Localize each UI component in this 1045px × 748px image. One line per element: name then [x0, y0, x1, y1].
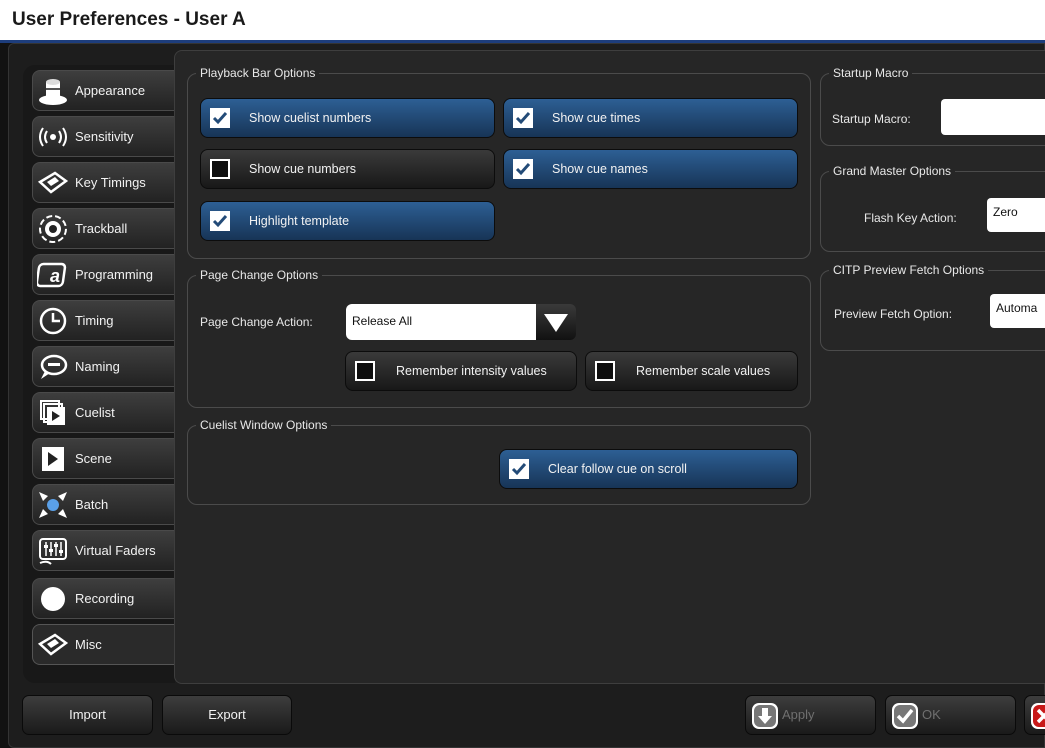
ok-label: OK: [922, 707, 941, 722]
sidebar-item-batch[interactable]: Batch: [32, 484, 174, 525]
group-title: Page Change Options: [200, 268, 319, 282]
group-title: Cuelist Window Options: [200, 418, 328, 432]
sidebar-item-label: Scene: [75, 451, 112, 466]
window-title: User Preferences - User A: [12, 9, 246, 30]
sidebar-item-label: Virtual Faders: [75, 543, 156, 558]
ok-button[interactable]: OK: [885, 695, 1016, 735]
highlight-template-checkbox[interactable]: Highlight template: [200, 201, 495, 241]
import-button[interactable]: Import: [22, 695, 153, 735]
chevron-down-icon: [544, 314, 568, 332]
sidebar-item-recording[interactable]: Recording: [32, 578, 174, 619]
checkbox-label: Highlight template: [249, 214, 350, 228]
scene-icon: [42, 447, 64, 471]
checkbox-box: [210, 211, 230, 231]
cuelist-icon: [40, 400, 65, 425]
checkbox-box: [595, 361, 615, 381]
sidebar-item-label: Appearance: [75, 83, 146, 98]
remember-scale-checkbox[interactable]: Remember scale values: [585, 351, 798, 391]
apply-label: Apply: [782, 707, 815, 722]
download-arrow-icon: [752, 703, 778, 729]
checkbox-box: [355, 361, 375, 381]
startup-macro-field[interactable]: [941, 99, 1045, 135]
checkmark-icon: [515, 112, 531, 125]
sidebar-item-sensitivity[interactable]: Sensitivity: [32, 116, 174, 157]
sidebar-item-label: Misc: [75, 637, 102, 652]
close-icon: [1031, 703, 1045, 729]
sidebar-item-misc[interactable]: Misc: [32, 624, 175, 665]
preview-fetch-option-select[interactable]: Automa: [990, 294, 1045, 328]
virtual-faders-icon: [39, 538, 67, 565]
sidebar-item-timing[interactable]: Timing: [32, 300, 174, 341]
misc-icon: [37, 633, 69, 656]
sidebar-item-label: Batch: [75, 497, 109, 512]
cancel-button[interactable]: [1024, 695, 1045, 735]
sidebar-item-appearance[interactable]: Appearance: [32, 70, 174, 111]
clock-icon: [39, 307, 67, 335]
apply-button[interactable]: Apply: [745, 695, 876, 735]
sidebar-item-programming[interactable]: a Programming: [32, 254, 174, 295]
flash-key-action-select[interactable]: Zero: [987, 198, 1045, 232]
sidebar-item-label: Trackball: [75, 221, 128, 236]
programming-icon: a: [37, 262, 67, 288]
checkmark-icon: [511, 463, 527, 476]
sidebar-item-label: Recording: [75, 591, 135, 606]
sidebar-item-virtual-faders[interactable]: Virtual Faders: [32, 530, 174, 571]
show-cuelist-numbers-checkbox[interactable]: Show cuelist numbers: [200, 98, 495, 138]
recording-icon: [41, 587, 65, 611]
checkbox-label: Show cue numbers: [249, 162, 357, 176]
flash-key-action-label: Flash Key Action:: [864, 211, 957, 225]
speech-bubble-icon: [40, 354, 68, 379]
appearance-icon: [39, 79, 67, 105]
checkbox-label: Remember intensity values: [396, 364, 547, 378]
sidebar-item-label: Programming: [75, 267, 154, 282]
preferences-window: User Preferences - User A Appearance Sen…: [0, 0, 1045, 748]
remember-intensity-checkbox[interactable]: Remember intensity values: [345, 351, 577, 391]
group-title: Grand Master Options: [833, 164, 952, 178]
page-change-action-select[interactable]: Release All: [346, 304, 536, 340]
sidebar-item-key-timings[interactable]: Key Timings: [32, 162, 174, 203]
checkbox-label: Remember scale values: [636, 364, 771, 378]
checkbox-box: [509, 459, 529, 479]
group-title: CITP Preview Fetch Options: [833, 263, 985, 277]
title-bar: User Preferences - User A: [0, 0, 1045, 43]
sidebar-item-label: Sensitivity: [75, 129, 134, 144]
show-cue-numbers-checkbox[interactable]: Show cue numbers: [200, 149, 495, 189]
clear-follow-cue-checkbox[interactable]: Clear follow cue on scroll: [499, 449, 798, 489]
sidebar-item-label: Timing: [75, 313, 114, 328]
sidebar-item-scene[interactable]: Scene: [32, 438, 174, 479]
page-change-action-label: Page Change Action:: [200, 315, 313, 329]
trackball-icon: [39, 215, 67, 243]
checkmark-icon: [212, 215, 228, 228]
checkbox-box: [210, 108, 230, 128]
sidebar-item-label: Cuelist: [75, 405, 115, 420]
checkmark-icon: [515, 163, 531, 176]
check-icon: [892, 703, 918, 729]
sidebar-item-label: Key Timings: [75, 175, 146, 190]
checkbox-label: Show cue names: [552, 162, 648, 176]
key-timings-icon: [37, 171, 69, 194]
sidebar-item-cuelist[interactable]: Cuelist: [32, 392, 174, 433]
sidebar-item-label: Naming: [75, 359, 120, 374]
checkbox-label: Clear follow cue on scroll: [548, 462, 687, 476]
checkbox-box: [513, 108, 533, 128]
batch-icon: [39, 492, 67, 518]
checkbox-box: [210, 159, 230, 179]
checkmark-icon: [212, 112, 228, 125]
sensitivity-icon: [39, 127, 67, 147]
dropdown-button[interactable]: [536, 304, 576, 340]
checkbox-box: [513, 159, 533, 179]
export-button[interactable]: Export: [162, 695, 292, 735]
group-title: Playback Bar Options: [200, 66, 316, 80]
sidebar-item-naming[interactable]: Naming: [32, 346, 174, 387]
main-panel: Playback Bar Options Show cuelist number…: [174, 50, 1045, 684]
preview-fetch-option-label: Preview Fetch Option:: [834, 307, 953, 321]
svg-text:a: a: [50, 266, 60, 286]
show-cue-times-checkbox[interactable]: Show cue times: [503, 98, 798, 138]
checkbox-label: Show cuelist numbers: [249, 111, 372, 125]
sidebar-item-trackball[interactable]: Trackball: [32, 208, 174, 249]
startup-macro-label: Startup Macro:: [832, 112, 911, 126]
show-cue-names-checkbox[interactable]: Show cue names: [503, 149, 798, 189]
group-title: Startup Macro: [833, 66, 909, 80]
checkbox-label: Show cue times: [552, 111, 641, 125]
